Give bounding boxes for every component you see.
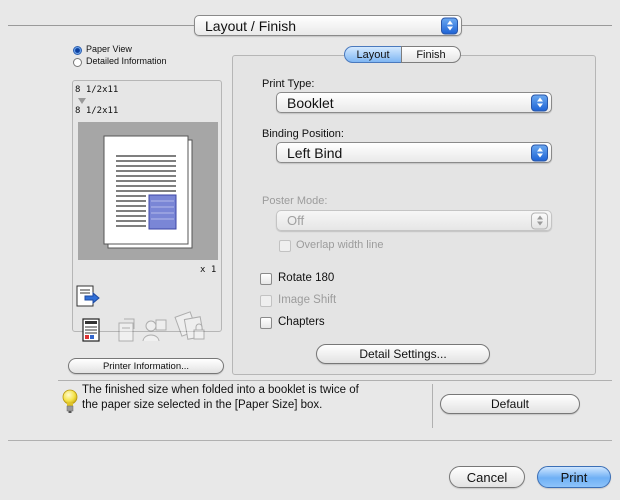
arrow-down-icon [78,98,86,104]
detailed-info-label: Detailed Information [86,56,167,66]
top-separator-left [8,25,194,26]
rotate-180-checkbox[interactable] [260,273,272,285]
poster-mode-select[interactable]: Off [276,210,552,231]
binding-position-select[interactable]: Left Bind [276,142,552,163]
booklet-page-icon [103,135,193,249]
chapters-label: Chapters [278,316,325,328]
paper-size-top: 8 1/2x11 [75,85,119,95]
popup-stepper-icon [441,17,458,34]
poster-mode-label: Poster Mode: [262,195,328,207]
popup-label: Layout / Finish [205,17,297,34]
chapters-checkbox[interactable] [260,317,272,329]
print-button[interactable]: Print [537,466,611,488]
binding-stepper-icon [531,144,548,161]
overlap-width-label: Overlap width line [296,239,384,251]
paper-size-bottom: 8 1/2x11 [75,106,119,116]
binding-position-value: Left Bind [287,144,343,161]
printer-information-button[interactable]: Printer Information... [68,358,224,374]
tab-finish[interactable]: Finish [401,46,461,63]
print-type-select[interactable]: Booklet [276,92,552,113]
preview-area [78,122,218,260]
print-type-stepper-icon [531,94,548,111]
detail-settings-button[interactable]: Detail Settings... [316,344,490,364]
bottom-divider [8,440,612,441]
hint-top-divider [58,380,612,381]
copies-count: x 1 [200,265,217,275]
poster-mode-value: Off [287,213,305,228]
default-button[interactable]: Default [440,394,580,414]
overlay-lock-icon-disabled [174,311,205,340]
lightbulb-icon [62,389,78,413]
tab-layout[interactable]: Layout [344,46,402,63]
hint-vertical-divider [432,384,433,428]
watermark-icon-disabled [118,318,135,342]
document-icon [82,318,100,342]
paper-view-label: Paper View [86,44,132,54]
detailed-info-radio[interactable] [73,58,82,67]
rotate-180-label: Rotate 180 [278,272,335,284]
cancel-button[interactable]: Cancel [449,466,525,488]
poster-stepper-icon [531,212,548,229]
print-type-value: Booklet [287,94,334,111]
print-type-label: Print Type: [262,78,315,90]
hint-line-2: the paper size selected in the [Paper Si… [82,399,323,411]
hint-line-1: The finished size when folded into a boo… [82,384,359,396]
printer-send-icon [76,285,100,307]
paper-view-radio[interactable] [73,46,82,55]
image-shift-label: Image Shift [278,294,337,306]
image-shift-checkbox[interactable] [260,295,272,307]
overlap-width-checkbox[interactable] [279,240,291,252]
layout-finish-popup[interactable]: Layout / Finish [194,15,462,36]
users-icon-disabled [142,319,167,342]
binding-position-label: Binding Position: [262,128,344,140]
top-separator-right [462,25,612,26]
